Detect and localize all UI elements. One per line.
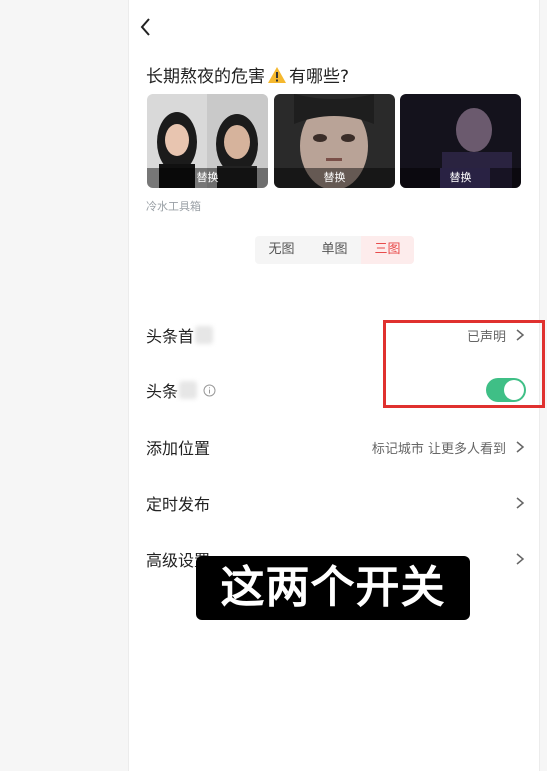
- replace-button-3[interactable]: 替换: [400, 168, 521, 188]
- image-mode-selector: 无图 单图 三图: [255, 236, 414, 264]
- scheduled-row[interactable]: 定时发布: [146, 488, 526, 518]
- info-icon[interactable]: [203, 384, 216, 397]
- blurred-text: [195, 326, 214, 344]
- highlight-box: [383, 320, 545, 408]
- location-value: 标记城市 让更多人看到: [371, 441, 506, 457]
- chevron-left-icon: [140, 18, 150, 36]
- cover-thumbnail-3[interactable]: 替换: [400, 94, 521, 188]
- exclusive-label: 头条: [146, 382, 179, 401]
- location-label: 添加位置: [146, 439, 211, 458]
- article-title[interactable]: 长期熬夜的危害 有哪些?: [146, 62, 349, 87]
- source-label: 冷水工具箱: [146, 200, 201, 213]
- image-mode-single[interactable]: 单图: [308, 236, 361, 264]
- cover-thumbnail-1[interactable]: 替换: [147, 94, 268, 188]
- title-text-start: 长期熬夜的危害: [146, 67, 265, 87]
- chevron-right-icon: [516, 497, 525, 509]
- warning-icon: [268, 66, 286, 83]
- chevron-right-icon: [516, 441, 525, 453]
- image-mode-three[interactable]: 三图: [361, 236, 414, 264]
- location-row[interactable]: 添加位置 标记城市 让更多人看到: [146, 432, 526, 462]
- chevron-right-icon: [516, 553, 525, 565]
- video-caption: 这两个开关: [196, 556, 470, 620]
- back-button[interactable]: [136, 12, 156, 42]
- first-publish-label: 头条首: [146, 327, 195, 346]
- title-text-end: 有哪些?: [289, 67, 350, 87]
- cover-thumbnail-2[interactable]: 替换: [274, 94, 395, 188]
- replace-button-2[interactable]: 替换: [274, 168, 395, 188]
- image-mode-none[interactable]: 无图: [255, 236, 308, 264]
- scheduled-label: 定时发布: [146, 495, 211, 514]
- blurred-text: [179, 381, 198, 399]
- replace-button-1[interactable]: 替换: [147, 168, 268, 188]
